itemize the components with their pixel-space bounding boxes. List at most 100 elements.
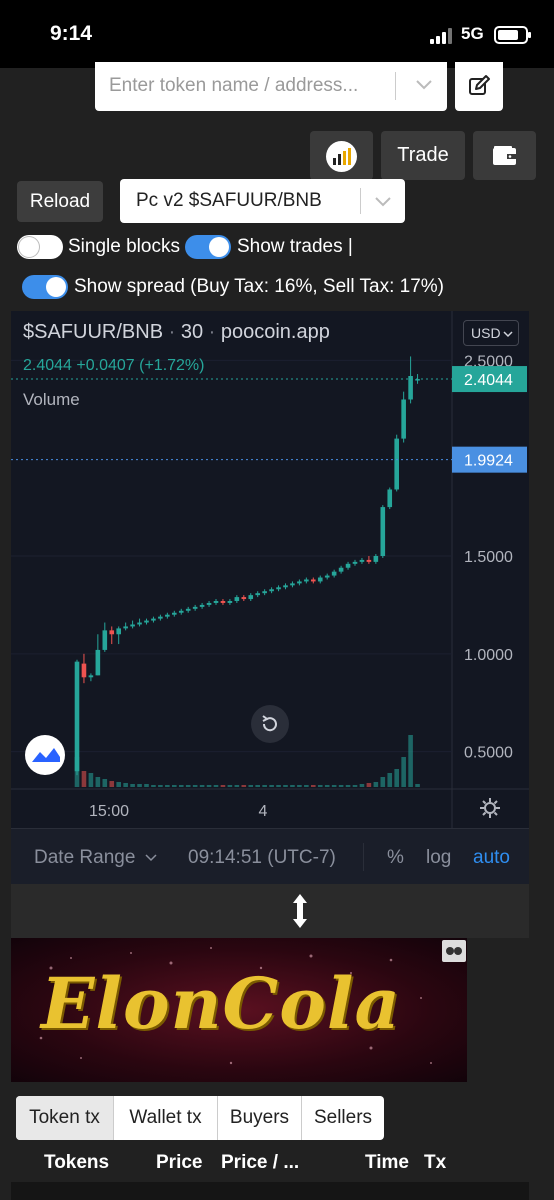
chart-ohlc: 2.4044 +0.0407 (+1.72%) bbox=[23, 357, 204, 375]
battery-icon bbox=[494, 26, 531, 44]
volume-bar bbox=[192, 785, 198, 787]
chart-legend: $SAFUUR/BNB · 30 · poocoin.app bbox=[23, 321, 330, 344]
column-header-tx: Tx bbox=[424, 1152, 447, 1173]
search-input[interactable] bbox=[109, 72, 389, 100]
y-tick-label: 1.5000 bbox=[464, 549, 513, 566]
candle bbox=[158, 616, 163, 619]
settings-gear-icon[interactable] bbox=[479, 797, 501, 819]
auto-scale-button[interactable]: auto bbox=[473, 847, 510, 869]
candle bbox=[172, 612, 177, 615]
volume-bar bbox=[172, 785, 177, 787]
volume-bar bbox=[248, 785, 254, 787]
column-header-price-per: Price / ... bbox=[221, 1152, 300, 1173]
edit-icon bbox=[469, 75, 490, 95]
status-bar: 9:14 5G bbox=[0, 0, 554, 68]
candle bbox=[262, 591, 267, 594]
currency-value: USD bbox=[471, 325, 501, 341]
tab-token-tx[interactable]: Token tx bbox=[16, 1096, 114, 1140]
show-trades-toggle[interactable] bbox=[185, 235, 231, 259]
x-tick-label: 15:00 bbox=[89, 803, 129, 820]
chevron-down-icon bbox=[503, 331, 513, 338]
candle bbox=[373, 556, 379, 562]
volume-bar bbox=[366, 783, 372, 787]
pair-select-value: Pc v2 $SAFUUR/BNB bbox=[136, 190, 322, 211]
candle bbox=[311, 579, 316, 582]
currency-select[interactable]: USD bbox=[463, 320, 519, 346]
spread-price-label: 1.9924 bbox=[464, 453, 513, 470]
candle bbox=[352, 561, 358, 564]
column-header-time: Time bbox=[365, 1152, 410, 1173]
ad-banner[interactable]: ElonCola bbox=[11, 938, 467, 1082]
show-spread-toggle[interactable] bbox=[22, 275, 68, 299]
candle bbox=[178, 610, 184, 613]
volume-bar bbox=[255, 785, 260, 787]
volume-bar bbox=[387, 773, 393, 787]
single-blocks-toggle[interactable] bbox=[17, 235, 63, 259]
log-scale-button[interactable]: log bbox=[426, 847, 451, 869]
candle bbox=[248, 595, 254, 600]
candle bbox=[109, 630, 115, 635]
volume-bar bbox=[380, 777, 386, 787]
percent-scale-button[interactable]: % bbox=[387, 847, 404, 869]
ad-choices-icon[interactable] bbox=[442, 940, 466, 962]
candle bbox=[380, 507, 386, 556]
network-type: 5G bbox=[461, 24, 484, 43]
candle bbox=[102, 630, 108, 650]
reset-chart-button[interactable] bbox=[251, 705, 289, 743]
tradingview-logo[interactable] bbox=[25, 735, 65, 775]
reload-button[interactable]: Reload bbox=[17, 181, 103, 222]
wallet-button[interactable] bbox=[473, 131, 536, 180]
signal-icon bbox=[430, 28, 454, 44]
candle bbox=[234, 597, 240, 601]
candle bbox=[151, 618, 156, 621]
tab-sellers[interactable]: Sellers bbox=[302, 1096, 384, 1140]
date-range-button[interactable]: Date Range bbox=[34, 847, 157, 869]
candle bbox=[276, 587, 281, 590]
candle bbox=[317, 577, 323, 582]
show-spread-label: Show spread (Buy Tax: 16%, Sell Tax: 17%… bbox=[74, 276, 444, 297]
volume-bar bbox=[88, 773, 94, 787]
volume-bar bbox=[234, 785, 240, 787]
footer-divider bbox=[363, 843, 364, 871]
pair-select[interactable]: Pc v2 $SAFUUR/BNB bbox=[120, 179, 405, 223]
candle bbox=[165, 614, 170, 617]
resize-handle[interactable] bbox=[11, 884, 529, 938]
trade-button[interactable]: Trade bbox=[381, 131, 465, 180]
volume-bar bbox=[415, 784, 420, 787]
x-tick-label: 4 bbox=[259, 803, 268, 820]
volume-bar bbox=[144, 784, 149, 787]
candle bbox=[123, 626, 128, 629]
price-chart[interactable]: 2.5000 1.5000 1.0000 0.5000 2.4044 1.9924 15… bbox=[11, 311, 529, 828]
candle bbox=[88, 675, 94, 678]
volume-bar bbox=[401, 757, 406, 787]
chart-clock: 09:14:51 (UTC-7) bbox=[188, 847, 336, 868]
candle bbox=[130, 624, 135, 627]
candle bbox=[206, 602, 212, 605]
volume-bar bbox=[199, 785, 205, 787]
tab-buyers[interactable]: Buyers bbox=[218, 1096, 302, 1140]
last-price: 2.4044 bbox=[23, 357, 72, 374]
candle bbox=[387, 489, 393, 508]
chart-interval: 30 bbox=[180, 321, 204, 343]
volume-bar bbox=[269, 785, 274, 787]
candle bbox=[401, 399, 406, 439]
tab-wallet-tx[interactable]: Wallet tx bbox=[114, 1096, 218, 1140]
candle bbox=[366, 559, 372, 562]
candle bbox=[304, 579, 309, 582]
chart-button[interactable] bbox=[310, 131, 373, 180]
chevron-down-icon bbox=[375, 197, 391, 207]
legend-dot: · bbox=[168, 321, 176, 343]
candle bbox=[227, 601, 233, 603]
token-search[interactable] bbox=[95, 62, 447, 111]
volume-bar bbox=[165, 785, 170, 787]
reset-icon bbox=[262, 715, 277, 732]
show-trades-label: Show trades | bbox=[237, 236, 353, 257]
chevron-down-icon[interactable] bbox=[413, 74, 435, 94]
volume-bar bbox=[290, 785, 295, 787]
edit-button[interactable] bbox=[455, 62, 503, 111]
chart-canvas[interactable]: 2.50001.50001.00000.5000 2.40441.9924 15… bbox=[11, 311, 529, 828]
column-header-price: Price bbox=[156, 1152, 203, 1173]
volume-bar bbox=[220, 785, 226, 787]
volume-bar bbox=[109, 781, 115, 787]
volume-bar bbox=[283, 785, 288, 787]
